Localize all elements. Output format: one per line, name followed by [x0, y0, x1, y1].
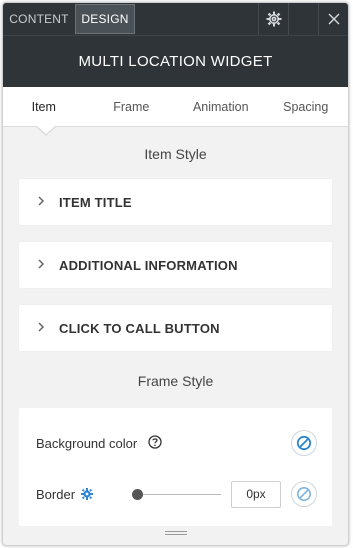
gear-icon	[266, 11, 281, 27]
sub-tab-bar: Item Frame Animation Spacing	[3, 87, 348, 127]
accordion-additional-information[interactable]: ADDITIONAL INFORMATION	[19, 242, 332, 288]
no-border-icon	[297, 487, 311, 501]
tab-content[interactable]: CONTENT	[3, 3, 75, 35]
close-button[interactable]	[318, 3, 348, 35]
clear-border-button[interactable]	[291, 481, 317, 507]
border-label: Border	[36, 486, 76, 502]
accordion-label: ADDITIONAL INFORMATION	[59, 257, 238, 273]
blank-toolbar-button[interactable]	[288, 3, 318, 35]
subtab-item[interactable]: Item	[3, 87, 85, 127]
chevron-right-icon	[19, 258, 59, 272]
panel-title: MULTI LOCATION WIDGET	[3, 35, 348, 87]
accordion-label: CLICK TO CALL BUTTON	[59, 320, 220, 336]
panel-header: CONTENT DESIGN MULTI LOCATION WIDGET	[3, 3, 348, 87]
help-icon[interactable]	[148, 435, 162, 454]
no-color-icon	[296, 435, 312, 451]
accordion-label: ITEM TITLE	[59, 194, 132, 210]
accordion-click-to-call-button[interactable]: CLICK TO CALL BUTTON	[19, 305, 332, 351]
item-style-heading: Item Style	[144, 146, 207, 162]
border-width-input[interactable]: 0px	[231, 481, 281, 508]
border-slider-handle[interactable]	[132, 489, 143, 500]
close-icon	[328, 13, 339, 25]
settings-button[interactable]	[258, 3, 288, 35]
frame-style-box: Background color Border 0px	[19, 408, 332, 526]
tab-design[interactable]: DESIGN	[75, 4, 135, 34]
top-tab-bar: CONTENT DESIGN	[3, 3, 348, 35]
subtab-frame[interactable]: Frame	[85, 87, 178, 127]
accordion-item-title[interactable]: ITEM TITLE	[19, 179, 332, 225]
widget-settings-panel: CONTENT DESIGN MULTI LOCATION WIDGET Ite…	[2, 2, 349, 546]
background-color-row: Background color	[19, 428, 332, 458]
chevron-right-icon	[19, 321, 59, 335]
resize-grip[interactable]	[165, 531, 187, 537]
border-row: Border 0px	[19, 479, 332, 509]
active-tab-pointer	[37, 126, 55, 134]
frame-style-heading: Frame Style	[137, 373, 214, 389]
gear-icon[interactable]	[81, 487, 93, 505]
background-color-label: Background color	[36, 435, 138, 451]
subtab-spacing[interactable]: Spacing	[263, 87, 348, 127]
chevron-right-icon	[19, 195, 59, 209]
border-slider-track[interactable]	[137, 494, 221, 495]
clear-background-color-button[interactable]	[291, 430, 317, 456]
subtab-animation[interactable]: Animation	[178, 87, 264, 127]
